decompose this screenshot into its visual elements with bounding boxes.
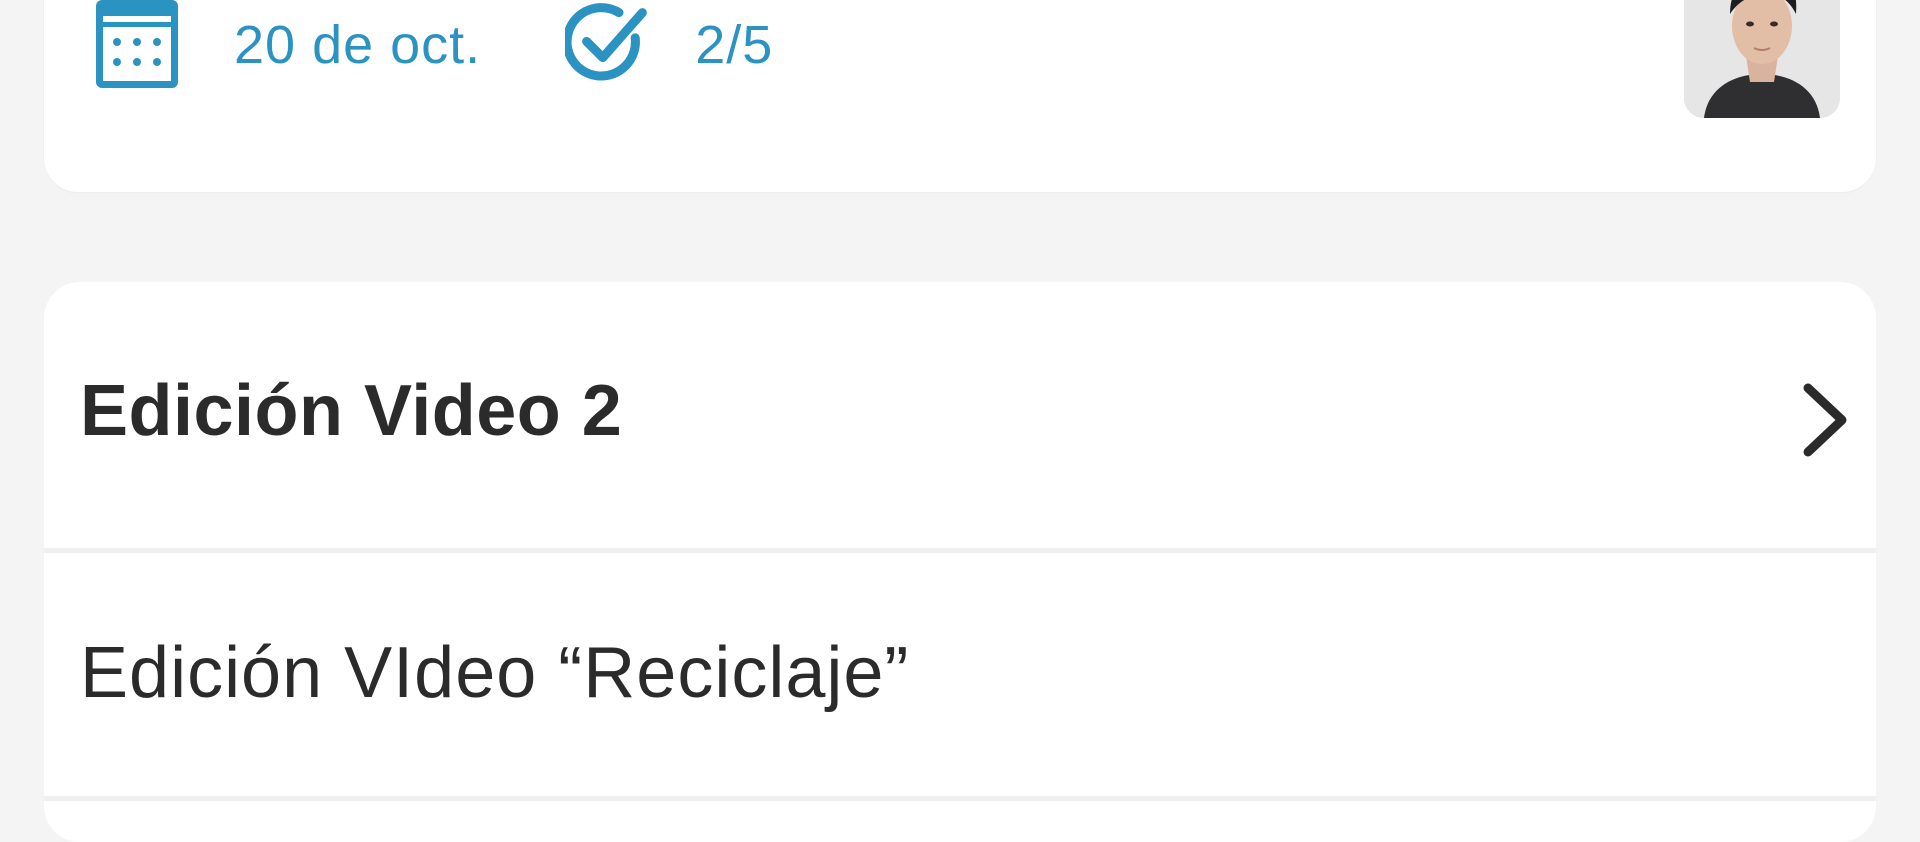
divider	[44, 796, 1876, 801]
due-date-text: 20 de oct.	[234, 15, 482, 75]
task-group-card: Edición Video 2 Edición VIdeo “Reciclaje…	[44, 282, 1876, 842]
task-group-header[interactable]: Edición Video 2	[44, 282, 1876, 546]
task-progress-text: 2/5	[695, 15, 774, 75]
list-item[interactable]: Edición VIdeo “Reciclaje”	[80, 632, 909, 714]
due-date: 20 de oct.	[92, 0, 481, 90]
divider	[44, 548, 1876, 553]
calendar-icon	[92, 0, 182, 90]
task-progress: 2/5	[565, 0, 773, 90]
chevron-right-icon[interactable]	[1784, 380, 1864, 460]
check-circle-icon	[565, 0, 655, 90]
project-meta-row: 20 de oct. 2/5	[92, 0, 773, 90]
task-group-title: Edición Video 2	[80, 371, 623, 451]
avatar[interactable]	[1684, 0, 1840, 118]
